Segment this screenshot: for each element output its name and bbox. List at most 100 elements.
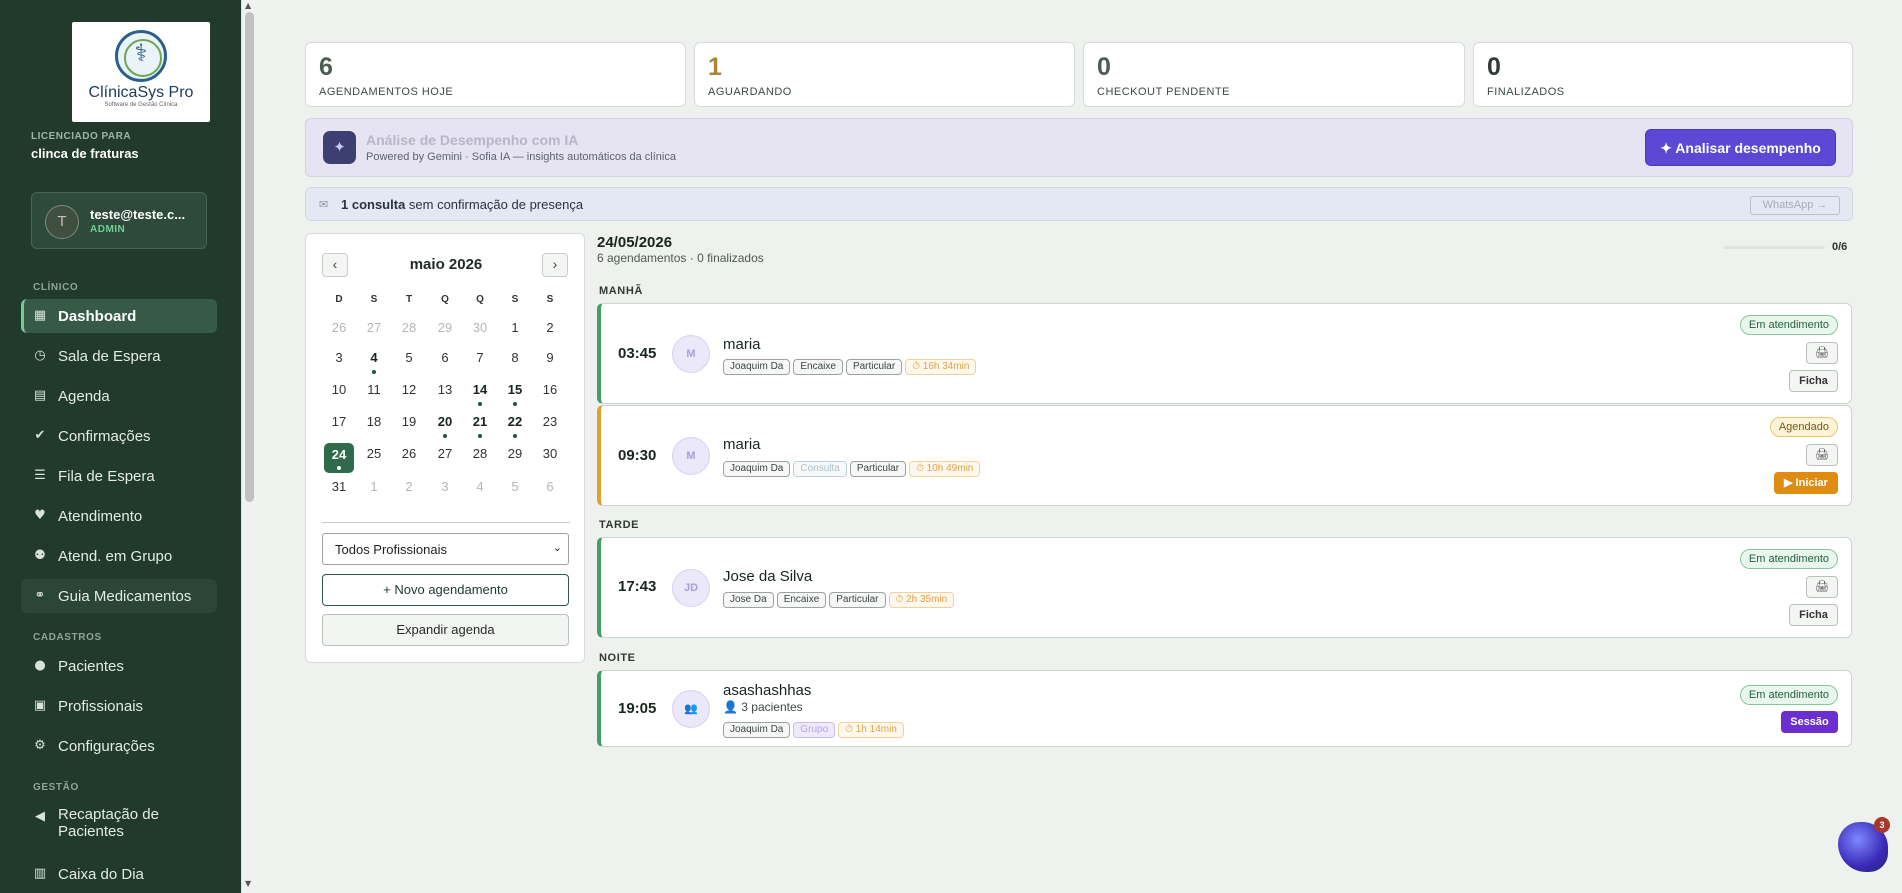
sidebar-item-profissionais[interactable]: ▣ Profissionais — [21, 689, 217, 723]
sidebar-item-configuracoes[interactable]: ⚙ Configurações — [21, 729, 217, 763]
print-icon[interactable]: 🖨 — [1806, 576, 1838, 598]
user-card[interactable]: T teste@teste.c... ADMIN — [31, 192, 207, 249]
start-button[interactable]: ▶ Iniciar — [1774, 472, 1838, 494]
calendar-day[interactable]: 19 — [394, 411, 424, 441]
calendar-day[interactable]: 4 — [359, 347, 389, 377]
patient-name[interactable]: maria — [723, 436, 761, 453]
sidebar-item-atend-em-grupo[interactable]: ⚉ Atend. em Grupo — [21, 539, 217, 573]
calendar-day[interactable]: 1 — [359, 476, 389, 506]
print-icon[interactable]: 🖨 — [1806, 342, 1838, 364]
calendar-day[interactable]: 15 — [500, 379, 530, 409]
expand-agenda-button[interactable]: Expandir agenda — [322, 614, 569, 646]
brand-logo[interactable]: ClínicaSys Pro Software de Gestão Clínic… — [72, 22, 210, 122]
calendar-day[interactable]: 2 — [394, 476, 424, 506]
calendar-day[interactable]: 3 — [430, 476, 460, 506]
calendar-day-number: 27 — [437, 446, 453, 461]
calendar-day[interactable]: 8 — [500, 347, 530, 377]
period-morning: MANHÃ — [599, 285, 643, 297]
scroll-up-icon[interactable]: ▲ — [245, 1, 251, 10]
sidebar-item-agenda[interactable]: ▤ Agenda — [21, 379, 217, 413]
calendar-day[interactable]: 4 — [465, 476, 495, 506]
appointment-card[interactable]: 17:43 JD Jose da Silva Jose Da Encaixe Par… — [597, 537, 1852, 638]
calendar-day[interactable]: 26 — [324, 317, 354, 347]
appointment-card[interactable]: 09:30 M maria Joaquim Da Consulta Particul… — [597, 405, 1852, 506]
group-name[interactable]: asashashhas — [723, 682, 811, 699]
calendar-day[interactable]: 14 — [465, 379, 495, 409]
stat-card-checkout-pendente: 0 CHECKOUT PENDENTE — [1083, 42, 1465, 107]
weekday-header: Q — [441, 294, 449, 305]
session-button[interactable]: Sessão — [1781, 711, 1838, 733]
sidebar-item-caixa-do-dia[interactable]: ▥ Caixa do Dia — [21, 857, 217, 891]
calendar-day-number: 20 — [437, 414, 453, 429]
calendar-day[interactable]: 12 — [394, 379, 424, 409]
sidebar-item-dashboard[interactable]: ▦ Dashboard — [21, 299, 217, 333]
ficha-button[interactable]: Ficha — [1789, 370, 1838, 392]
stat-label: FINALIZADOS — [1487, 86, 1565, 98]
calendar-day[interactable]: 16 — [535, 379, 565, 409]
calendar-day[interactable]: 27 — [430, 443, 460, 473]
calendar-day-number: 8 — [511, 350, 519, 365]
patient-name[interactable]: maria — [723, 336, 761, 353]
appointment-card[interactable]: 03:45 M maria Joaquim Da Encaixe Particula… — [597, 303, 1852, 404]
calendar-day[interactable]: 28 — [465, 443, 495, 473]
section-gestao: GESTÃO — [33, 782, 79, 793]
sidebar-scrollbar[interactable]: ▲ ▼ — [241, 0, 256, 893]
sidebar-item-confirmacoes[interactable]: ✔ Confirmações — [21, 419, 217, 453]
calendar-day[interactable]: 1 — [500, 317, 530, 347]
calendar-day[interactable]: 6 — [430, 347, 460, 377]
calendar-day-selected[interactable]: 24 — [324, 443, 354, 473]
sidebar-item-atendimento[interactable]: ♥ Atendimento — [21, 499, 217, 533]
calendar-day-number: 26 — [331, 320, 347, 335]
weekday-header: S — [546, 294, 554, 305]
sidebar-item-recaptacao[interactable]: ◀ Recaptação de Pacientes — [21, 806, 217, 844]
calendar-day[interactable]: 18 — [359, 411, 389, 441]
scrollbar-thumb[interactable] — [245, 12, 254, 502]
calendar-day[interactable]: 29 — [430, 317, 460, 347]
weekday-header: S — [511, 294, 519, 305]
calendar-day[interactable]: 2 — [535, 317, 565, 347]
calendar-day[interactable]: 25 — [359, 443, 389, 473]
calendar-day[interactable]: 5 — [394, 347, 424, 377]
professional-select[interactable]: Todos Profissionais ⌄ — [322, 533, 569, 565]
scroll-down-icon[interactable]: ▼ — [245, 879, 251, 888]
calendar-day-number: 6 — [546, 479, 554, 494]
calendar-day[interactable]: 6 — [535, 476, 565, 506]
calendar-day[interactable]: 22 — [500, 411, 530, 441]
calendar-day[interactable]: 5 — [500, 476, 530, 506]
appointment-card[interactable]: 19:05 👥 asashashhas 👤 3 pacientes Joaqui… — [597, 670, 1852, 747]
calendar-day[interactable]: 11 — [359, 379, 389, 409]
calendar-day[interactable]: 9 — [535, 347, 565, 377]
calendar-day[interactable]: 27 — [359, 317, 389, 347]
print-icon[interactable]: 🖨 — [1806, 444, 1838, 466]
ficha-button[interactable]: Ficha — [1789, 604, 1838, 626]
calendar-day[interactable]: 3 — [324, 347, 354, 377]
calendar-day[interactable]: 20 — [430, 411, 460, 441]
calendar-day[interactable]: 29 — [500, 443, 530, 473]
calendar-day[interactable]: 31 — [324, 476, 354, 506]
status-badge: Agendado — [1769, 417, 1838, 437]
next-month-button[interactable]: › — [542, 253, 568, 277]
patient-name[interactable]: Jose da Silva — [723, 568, 812, 585]
clock-icon: ◷ — [34, 348, 46, 363]
calendar-day[interactable]: 30 — [465, 317, 495, 347]
calendar-day[interactable]: 26 — [394, 443, 424, 473]
sidebar-item-fila-de-espera[interactable]: ☰ Fila de Espera — [21, 459, 217, 493]
appointment-time: 17:43 — [618, 578, 657, 595]
calendar-day[interactable]: 28 — [394, 317, 424, 347]
whatsapp-button[interactable]: WhatsApp → — [1750, 196, 1840, 215]
prev-month-button[interactable]: ‹ — [322, 253, 348, 277]
sidebar-item-guia-medicamentos[interactable]: ⚭ Guia Medicamentos — [21, 579, 217, 613]
weekday-header: D — [335, 294, 343, 305]
calendar-day[interactable]: 10 — [324, 379, 354, 409]
analyze-performance-button[interactable]: ✦ Analisar desempenho — [1645, 129, 1836, 166]
calendar-day[interactable]: 21 — [465, 411, 495, 441]
calendar-day[interactable]: 17 — [324, 411, 354, 441]
calendar-day[interactable]: 30 — [535, 443, 565, 473]
new-appointment-button[interactable]: + Novo agendamento — [322, 574, 569, 606]
calendar-day[interactable]: 7 — [465, 347, 495, 377]
sidebar-item-sala-de-espera[interactable]: ◷ Sala de Espera — [21, 339, 217, 373]
calendar-day[interactable]: 13 — [430, 379, 460, 409]
sidebar-item-pacientes[interactable]: ● Pacientes — [21, 649, 217, 683]
appointment-tags: Joaquim Da Encaixe Particular ⏱ 16h 34min — [723, 356, 979, 375]
calendar-day[interactable]: 23 — [535, 411, 565, 441]
